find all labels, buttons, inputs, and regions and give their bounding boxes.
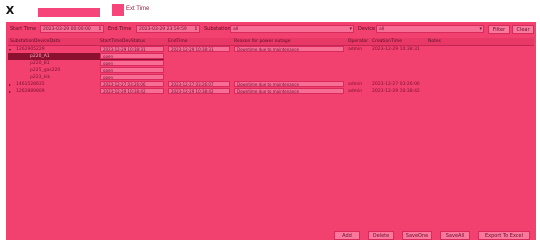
table-row[interactable]: ▸ 1461528635 2023-12-27 03:26:06 2023-12…	[8, 81, 534, 88]
reason-cell[interactable]: Downtime due to maintenance	[234, 81, 344, 87]
start-time-spin-icon[interactable]: ↕	[98, 26, 102, 32]
creation-time-cell: 2023-12-29 10:38:31	[372, 47, 420, 52]
device-id-cell: 1262905229	[16, 47, 45, 52]
action-bar: Add Delete SaveOne SaveAll Export To Exc…	[6, 231, 536, 240]
operator-cell: admin	[348, 47, 363, 52]
status-cell[interactable]: open	[100, 67, 164, 73]
column-header[interactable]: SubstationDeviceData	[10, 38, 60, 45]
device-chevron-down-icon[interactable]: ▾	[479, 26, 482, 32]
creation-time-cell: 2023-12-29 10:38:42	[372, 89, 420, 94]
start-time-label: Start Time	[10, 26, 37, 32]
start-time-cell[interactable]: 2023-12-27 03:26:06	[100, 81, 164, 87]
reason-cell[interactable]: Downtime due to maintenance	[234, 46, 344, 52]
table-row[interactable]: p225_gas220 open	[8, 67, 534, 74]
operator-cell: admin	[348, 82, 363, 87]
table-header: SubstationDeviceData StartTimeDevStatus …	[8, 38, 534, 46]
table-row[interactable]: p223_kik open	[8, 74, 534, 81]
substation-label: Substation	[204, 26, 231, 32]
table-row[interactable]: ▸ 1262889809 2023-12-29 10:38:42 2023-12…	[8, 88, 534, 95]
start-time-cell[interactable]: 2023-12-29 10:38:42	[100, 88, 164, 94]
table-row[interactable]: ▾ 1262905229 2023-12-29 10:38:31 2023-12…	[8, 46, 534, 53]
clear-button[interactable]: Clear	[512, 25, 534, 34]
expand-triangle-icon[interactable]: ▸	[9, 81, 11, 88]
device-id-cell: p225_gas220	[30, 68, 61, 73]
device-id-cell: p223_kik	[30, 75, 51, 80]
reason-cell[interactable]: Downtime due to maintenance	[234, 88, 344, 94]
outage-table: SubstationDeviceData StartTimeDevStatus …	[8, 38, 534, 223]
substation-chevron-down-icon[interactable]: ▾	[349, 26, 352, 32]
device-label: Device	[358, 26, 376, 32]
filter-bar: Start Time 2023-03-29 00:00:00 ↕ End Tim…	[6, 25, 536, 35]
table-row-selected[interactable]: p220_A1 open	[8, 53, 164, 60]
export-excel-button[interactable]: Export To Excel	[478, 231, 530, 240]
app-window: X Ext Time Start Time 2023-03-29 00:00:0…	[0, 0, 540, 249]
add-button[interactable]: Add	[334, 231, 360, 240]
operator-cell: admin	[348, 89, 363, 94]
main-panel: Start Time 2023-03-29 00:00:00 ↕ End Tim…	[6, 22, 536, 240]
title-decoration	[38, 8, 100, 17]
creation-time-cell: 2023-12-27 03:26:06	[372, 82, 420, 87]
collapse-triangle-icon[interactable]: ▾	[9, 46, 11, 53]
column-header[interactable]: EndTime	[168, 38, 188, 45]
end-time-label: End Time	[108, 26, 132, 32]
save-one-button[interactable]: SaveOne	[402, 231, 432, 240]
end-time-cell[interactable]: 2023-12-27 03:26:07	[168, 81, 230, 87]
device-select[interactable]: all ▾	[376, 25, 484, 33]
device-id-cell: 1461528635	[16, 82, 45, 87]
close-button[interactable]: X	[3, 4, 17, 18]
column-header[interactable]: Reason for power outage	[234, 38, 291, 45]
expand-triangle-icon[interactable]: ▸	[9, 88, 11, 95]
end-time-value: 2023-03-29 23:59:59	[139, 27, 187, 32]
title-bar: X Ext Time	[0, 0, 540, 22]
device-id-cell: 1262889809	[16, 89, 45, 94]
device-id-cell: p220_B1	[30, 61, 50, 66]
window-title: Ext Time	[126, 6, 150, 12]
end-time-field[interactable]: 2023-03-29 23:59:59 ↕	[136, 25, 200, 33]
end-time-cell[interactable]: 2023-12-29 10:38:31	[168, 46, 230, 52]
status-cell[interactable]: open	[100, 60, 164, 66]
device-value: all	[379, 27, 385, 32]
filter-button[interactable]: Filter	[488, 25, 510, 34]
device-id-cell: p220_A1	[30, 54, 50, 59]
status-cell[interactable]: open	[100, 53, 164, 59]
save-all-button[interactable]: SaveAll	[440, 231, 470, 240]
substation-select[interactable]: all ▾	[230, 25, 354, 33]
start-time-cell[interactable]: 2023-12-29 10:38:31	[100, 46, 164, 52]
table-row[interactable]: p220_B1 open	[8, 60, 534, 67]
end-time-spin-icon[interactable]: ↕	[194, 26, 198, 32]
title-mark	[112, 4, 124, 16]
delete-button[interactable]: Delete	[368, 231, 394, 240]
start-time-field[interactable]: 2023-03-29 00:00:00 ↕	[40, 25, 104, 33]
start-time-value: 2023-03-29 00:00:00	[43, 27, 91, 32]
column-header[interactable]: Operator	[348, 38, 368, 45]
status-cell[interactable]: open	[100, 74, 164, 80]
column-header[interactable]: CreationTime	[372, 38, 402, 45]
end-time-cell[interactable]: 2023-12-29 10:38:42	[168, 88, 230, 94]
column-header[interactable]: Notes	[428, 38, 441, 45]
column-header[interactable]: StartTimeDevStatus	[100, 38, 145, 45]
substation-value: all	[233, 27, 239, 32]
